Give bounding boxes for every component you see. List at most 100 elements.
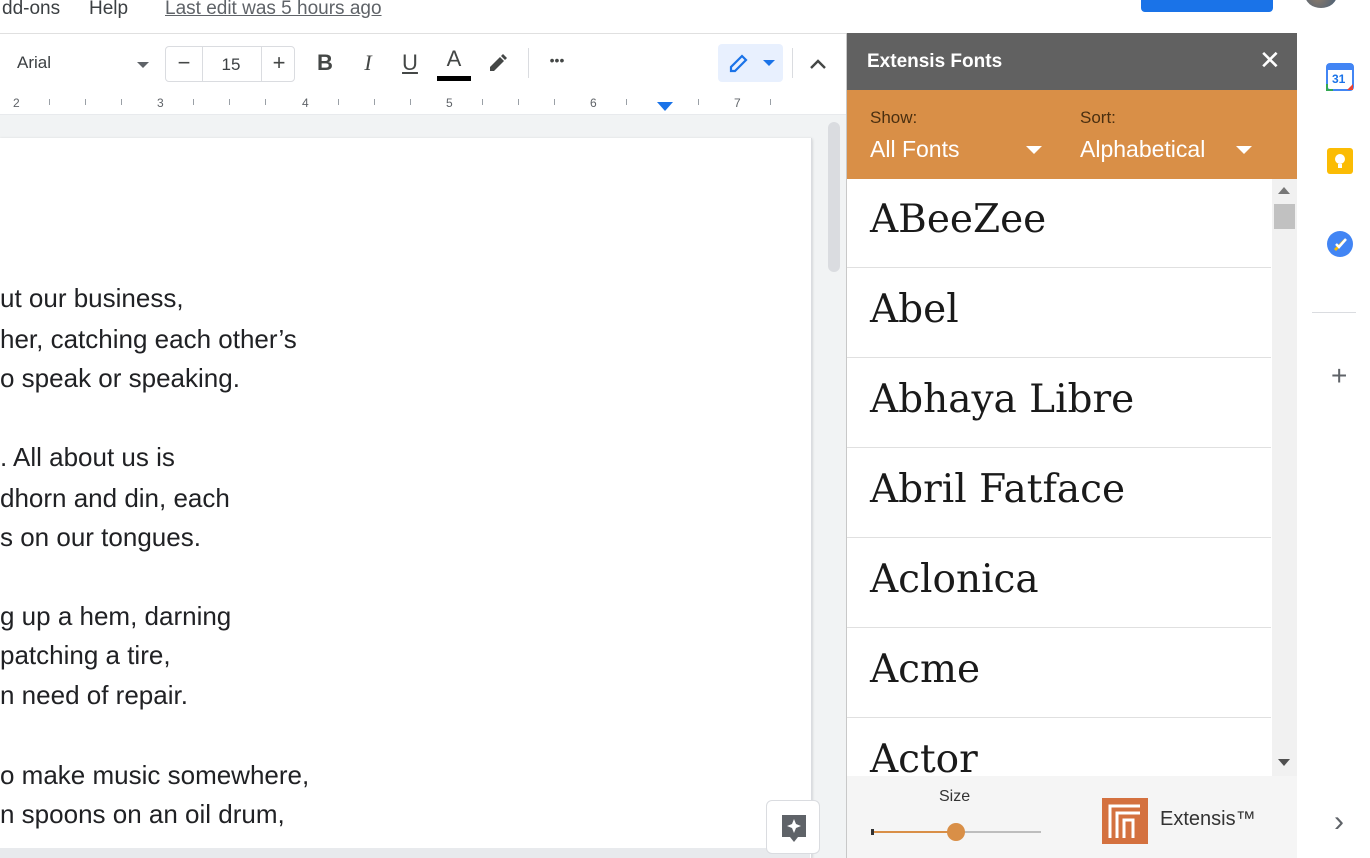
increase-size-button[interactable]: + [265, 50, 293, 76]
brand-name: Extensis™ [1160, 808, 1256, 830]
ruler-tick [229, 99, 230, 105]
menu-addons[interactable]: dd-ons [2, 0, 60, 20]
slider-start-mark [871, 829, 874, 835]
ruler-tick [410, 99, 411, 105]
list-item[interactable]: ABeeZee [847, 179, 1271, 268]
list-item[interactable]: Abril Fatface [847, 449, 1271, 538]
filter-bar: Show: All Fonts Sort: Alphabetical [847, 90, 1297, 179]
ruler-number: 7 [734, 96, 741, 110]
list-item[interactable]: Actor [847, 719, 1271, 776]
scroll-up-icon[interactable] [1278, 187, 1290, 194]
font-size-stepper[interactable]: − 15 + [165, 46, 295, 82]
sort-select[interactable]: Alphabetical [1080, 136, 1205, 163]
show-select[interactable]: All Fonts [870, 136, 959, 163]
calendar-icon[interactable]: 31 [1326, 63, 1354, 91]
chevron-down-icon[interactable] [1236, 146, 1252, 154]
highlight-icon[interactable] [486, 51, 510, 75]
share-button[interactable] [1141, 0, 1273, 12]
font-list-scrollbar[interactable] [1272, 179, 1297, 776]
menu-help[interactable]: Help [89, 0, 128, 20]
ruler-tick [698, 99, 699, 105]
doc-line: n spoons on an oil drum, [0, 799, 285, 829]
editing-mode-button[interactable] [718, 44, 783, 82]
ruler-number: 6 [590, 96, 597, 110]
tasks-icon[interactable] [1326, 230, 1354, 258]
divider [1312, 312, 1356, 313]
ruler-tick [265, 99, 266, 105]
horizontal-scrollbar[interactable] [0, 848, 810, 858]
list-item[interactable]: Aclonica [847, 539, 1271, 628]
font-name: Abel [870, 287, 959, 332]
ruler-tick [121, 99, 122, 105]
font-name: Aclonica [870, 557, 1039, 602]
bold-button[interactable]: B [311, 50, 339, 76]
ruler-number: 5 [446, 96, 453, 110]
font-family-select[interactable]: Arial [17, 53, 51, 73]
ruler-tick [626, 99, 627, 105]
side-panel-rail: 31 + › [1298, 33, 1370, 858]
list-item[interactable]: Acme [847, 629, 1271, 718]
right-indent-marker[interactable] [657, 102, 673, 111]
ruler-tick [374, 99, 375, 105]
ruler-number: 2 [13, 96, 20, 110]
doc-line: . All about us is [0, 442, 175, 472]
chevron-down-icon[interactable] [137, 62, 149, 68]
doc-line: her, catching each other’s [0, 324, 297, 354]
ruler-tick [193, 99, 194, 105]
decrease-size-button[interactable]: − [170, 50, 198, 76]
ruler: 2 3 4 5 6 7 [0, 94, 846, 115]
ruler-tick [85, 99, 86, 105]
font-name: Actor [870, 737, 978, 776]
chevron-down-icon [763, 60, 775, 66]
size-slider-handle[interactable] [947, 823, 965, 841]
font-name: ABeeZee [870, 197, 1047, 242]
divider [528, 48, 529, 78]
underline-button[interactable]: U [396, 50, 424, 76]
ruler-tick [770, 99, 771, 105]
sidebar-footer: Size Extensis™ [847, 776, 1297, 858]
divider [792, 48, 793, 78]
list-item[interactable]: Abel [847, 269, 1271, 358]
font-name: Abhaya Libre [870, 377, 1135, 422]
add-addon-icon[interactable]: + [1331, 360, 1347, 392]
document-scrollbar[interactable] [828, 122, 840, 272]
chevron-down-icon[interactable] [1026, 146, 1042, 154]
explore-button[interactable] [766, 800, 820, 854]
keep-icon[interactable] [1326, 147, 1354, 175]
last-edit-link[interactable]: Last edit was 5 hours ago [165, 0, 382, 20]
avatar[interactable] [1305, 0, 1337, 8]
ruler-tick [482, 99, 483, 105]
doc-line: dhorn and din, each [0, 483, 230, 513]
list-item[interactable]: Abhaya Libre [847, 359, 1271, 448]
italic-button[interactable]: I [354, 50, 382, 76]
scrollbar-thumb[interactable] [1274, 204, 1295, 229]
sidebar-title: Extensis Fonts [867, 51, 1003, 72]
more-options-button[interactable]: ••• [543, 52, 571, 68]
extensis-logo [1102, 798, 1148, 844]
text-color-button[interactable]: A [440, 46, 468, 72]
close-icon[interactable]: ✕ [1259, 45, 1281, 76]
font-list: ABeeZee Abel Abhaya Libre Abril Fatface … [847, 179, 1271, 776]
divider [261, 47, 262, 81]
ruler-number: 4 [302, 96, 309, 110]
menu-bar: dd-ons Help Last edit was 5 hours ago [0, 0, 1370, 34]
expand-panel-icon[interactable]: › [1334, 805, 1344, 839]
ruler-tick [518, 99, 519, 105]
ruler-number: 3 [157, 96, 164, 110]
doc-line: o make music somewhere, [0, 760, 310, 790]
sidebar-header: Extensis Fonts ✕ [847, 33, 1297, 90]
text-color-swatch [437, 76, 471, 81]
doc-line: g up a hem, darning [0, 601, 232, 631]
ruler-tick [554, 99, 555, 105]
doc-line: o speak or speaking. [0, 363, 240, 393]
pencil-icon [729, 54, 748, 73]
explore-icon [782, 815, 806, 842]
ruler-tick [338, 99, 339, 105]
doc-line: patching a tire, [0, 640, 171, 670]
document-page[interactable]: ut our business, her, catching each othe… [0, 138, 812, 858]
font-size-input[interactable]: 15 [203, 55, 259, 75]
collapse-toolbar-icon[interactable] [806, 52, 830, 76]
font-name: Acme [870, 647, 981, 692]
scroll-down-icon[interactable] [1278, 759, 1290, 766]
doc-line: s on our tongues. [0, 522, 201, 552]
